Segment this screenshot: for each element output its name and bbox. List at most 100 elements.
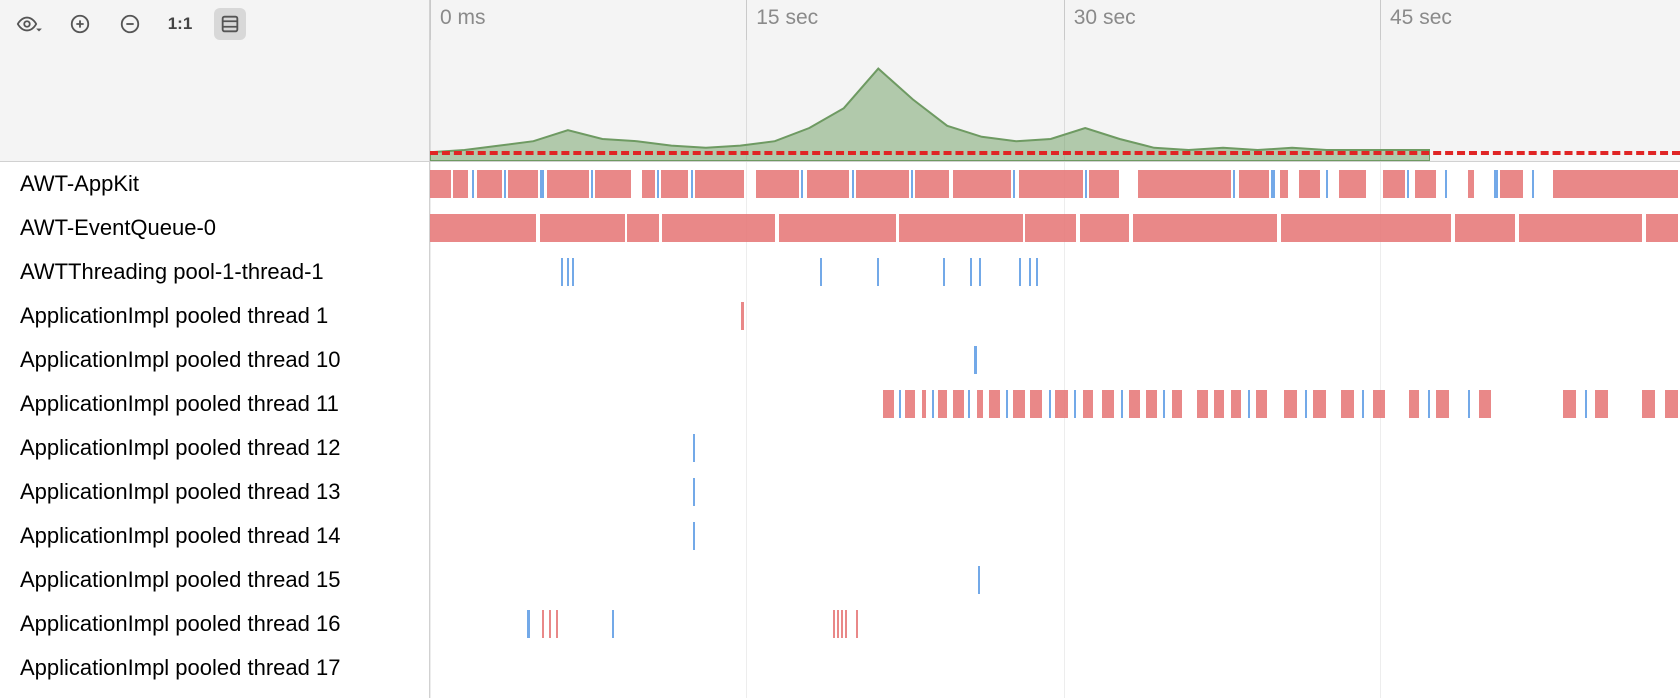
event-span[interactable] <box>1138 170 1231 198</box>
event-span[interactable] <box>1407 170 1409 198</box>
visibility-toggle[interactable] <box>14 8 46 40</box>
toggle-collapse-button[interactable] <box>214 8 246 40</box>
event-span[interactable] <box>1665 390 1678 418</box>
event-span[interactable] <box>1129 390 1140 418</box>
event-span[interactable] <box>1197 390 1208 418</box>
event-span[interactable] <box>547 170 589 198</box>
event-span[interactable] <box>1030 390 1043 418</box>
event-span[interactable] <box>953 170 1010 198</box>
event-span[interactable] <box>542 610 544 638</box>
thread-label[interactable]: AWTThreading pool-1-thread-1 <box>0 250 429 294</box>
event-span[interactable] <box>899 214 1023 242</box>
event-span[interactable] <box>642 170 655 198</box>
event-span[interactable] <box>911 170 913 198</box>
event-span[interactable] <box>1468 170 1474 198</box>
thread-label[interactable]: ApplicationImpl pooled thread 15 <box>0 558 429 602</box>
event-span[interactable] <box>856 610 858 638</box>
event-span[interactable] <box>877 258 879 286</box>
event-span[interactable] <box>1339 170 1367 198</box>
event-span[interactable] <box>1299 170 1320 198</box>
event-span[interactable] <box>779 214 897 242</box>
event-span[interactable] <box>1494 170 1498 198</box>
event-span[interactable] <box>974 346 976 374</box>
event-span[interactable] <box>662 214 775 242</box>
event-span[interactable] <box>1163 390 1165 418</box>
timeline[interactable] <box>430 162 1680 698</box>
event-span[interactable] <box>932 390 934 418</box>
event-span[interactable] <box>595 170 631 198</box>
event-span[interactable] <box>968 390 970 418</box>
event-span[interactable] <box>1415 170 1436 198</box>
event-span[interactable] <box>1055 390 1068 418</box>
event-span[interactable] <box>852 170 854 198</box>
event-span[interactable] <box>978 566 980 594</box>
event-span[interactable] <box>1271 170 1275 198</box>
event-span[interactable] <box>1019 258 1021 286</box>
event-span[interactable] <box>1019 170 1083 198</box>
event-span[interactable] <box>1102 390 1115 418</box>
event-span[interactable] <box>1383 170 1404 198</box>
event-span[interactable] <box>1089 170 1119 198</box>
thread-label[interactable]: AWT-EventQueue-0 <box>0 206 429 250</box>
event-span[interactable] <box>943 258 945 286</box>
event-span[interactable] <box>1455 214 1514 242</box>
event-span[interactable] <box>591 170 593 198</box>
event-span[interactable] <box>756 170 798 198</box>
event-span[interactable] <box>845 610 847 638</box>
thread-row[interactable] <box>430 558 1680 602</box>
event-span[interactable] <box>1025 214 1076 242</box>
event-span[interactable] <box>1281 214 1452 242</box>
event-span[interactable] <box>1083 390 1094 418</box>
event-span[interactable] <box>938 390 946 418</box>
event-span[interactable] <box>841 610 843 638</box>
event-span[interactable] <box>741 302 743 330</box>
event-span[interactable] <box>453 170 468 198</box>
event-span[interactable] <box>1284 390 1297 418</box>
event-span[interactable] <box>1006 390 1008 418</box>
event-span[interactable] <box>979 258 981 286</box>
event-span[interactable] <box>1585 390 1587 418</box>
event-span[interactable] <box>472 170 474 198</box>
event-span[interactable] <box>1373 390 1386 418</box>
event-span[interactable] <box>977 390 983 418</box>
event-span[interactable] <box>1036 258 1038 286</box>
event-span[interactable] <box>693 478 695 506</box>
event-span[interactable] <box>1231 390 1242 418</box>
event-span[interactable] <box>1214 390 1225 418</box>
event-span[interactable] <box>1341 390 1354 418</box>
event-span[interactable] <box>1146 390 1157 418</box>
event-span[interactable] <box>1133 214 1277 242</box>
event-span[interactable] <box>1085 170 1087 198</box>
zoom-out-button[interactable] <box>114 8 146 40</box>
thread-sidebar[interactable]: AWT-AppKitAWT-EventQueue-0AWTThreading p… <box>0 162 430 698</box>
event-span[interactable] <box>1409 390 1420 418</box>
event-span[interactable] <box>1479 390 1492 418</box>
event-span[interactable] <box>691 170 693 198</box>
event-span[interactable] <box>540 170 544 198</box>
event-span[interactable] <box>953 390 964 418</box>
event-span[interactable] <box>693 434 695 462</box>
event-span[interactable] <box>527 610 529 638</box>
event-span[interactable] <box>1428 390 1430 418</box>
zoom-in-button[interactable] <box>64 8 96 40</box>
event-span[interactable] <box>1595 390 1608 418</box>
thread-row[interactable] <box>430 162 1680 206</box>
cpu-chart[interactable]: 0 ms15 sec30 sec45 sec <box>430 0 1680 161</box>
event-span[interactable] <box>1646 214 1678 242</box>
event-span[interactable] <box>1248 390 1250 418</box>
event-span[interactable] <box>572 258 574 286</box>
event-span[interactable] <box>1239 170 1269 198</box>
thread-row[interactable] <box>430 294 1680 338</box>
event-span[interactable] <box>1029 258 1031 286</box>
event-span[interactable] <box>1121 390 1123 418</box>
thread-label[interactable]: ApplicationImpl pooled thread 14 <box>0 514 429 558</box>
event-span[interactable] <box>1080 214 1129 242</box>
event-span[interactable] <box>1013 170 1015 198</box>
event-span[interactable] <box>549 610 551 638</box>
thread-label[interactable]: ApplicationImpl pooled thread 16 <box>0 602 429 646</box>
actual-size-button[interactable]: 1:1 <box>164 8 196 40</box>
event-span[interactable] <box>1436 390 1449 418</box>
event-span[interactable] <box>1313 390 1326 418</box>
event-span[interactable] <box>612 610 614 638</box>
event-span[interactable] <box>837 610 839 638</box>
